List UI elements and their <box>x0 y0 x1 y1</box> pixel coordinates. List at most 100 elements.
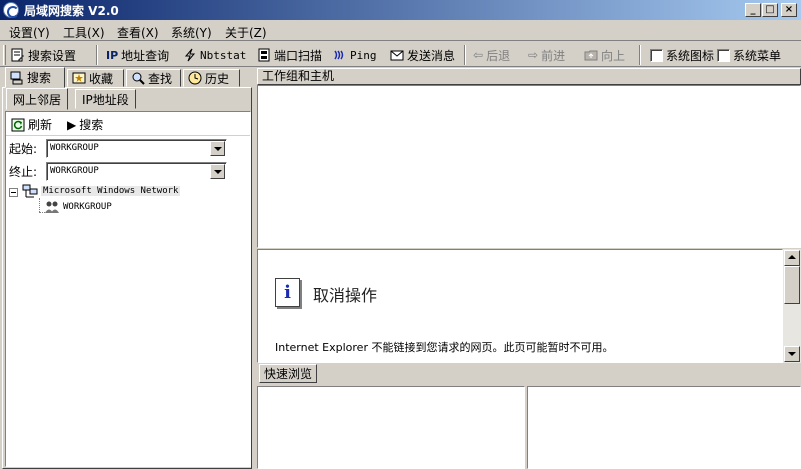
ping-label: Ping <box>350 48 377 62</box>
action-row: 刷新 ▶ 搜索 <box>6 112 250 136</box>
search-button[interactable]: ▶ 搜索 <box>67 116 103 133</box>
close-button[interactable]: × <box>781 3 797 17</box>
menu-about[interactable]: 关于(Z) <box>225 24 267 41</box>
tab-network-neighborhood[interactable]: 网上邻居 <box>6 88 69 110</box>
tab-ip-range-label: IP地址段 <box>82 92 129 107</box>
tab-find[interactable]: 查找 <box>126 69 181 87</box>
up-label: 向上 <box>601 48 626 63</box>
right-pane: 工作组和主机 i 取消操作 Internet Explorer 不能链接到您请求… <box>257 68 801 469</box>
tree-workgroup-label: WORKGROUP <box>63 202 112 212</box>
start-label: 起始: <box>9 142 38 156</box>
ping-button[interactable]: Ping <box>333 46 377 64</box>
scroll-down-icon[interactable] <box>784 346 800 362</box>
hosts-header: 工作组和主机 <box>257 68 801 85</box>
maximize-button[interactable]: □ <box>762 3 778 17</box>
scroll-thumb[interactable] <box>784 266 800 304</box>
back-arrow-icon: ⇦ <box>473 48 484 62</box>
error-title: 取消操作 <box>313 286 378 305</box>
workgroup-users-icon <box>45 201 59 213</box>
end-dropdown-arrow-icon[interactable] <box>210 164 225 179</box>
toolbar-separator <box>639 45 641 65</box>
envelope-icon <box>390 50 404 61</box>
system-icon-checkbox[interactable]: 系统图标 <box>650 46 714 64</box>
tab-ip-range[interactable]: IP地址段 <box>75 89 136 109</box>
toolbar-grip[interactable] <box>3 45 6 65</box>
tab-favorites[interactable]: 收藏 <box>67 69 124 87</box>
menu-settings[interactable]: 设置(Y) <box>9 24 50 41</box>
port-scan-label: 端口扫描 <box>274 48 323 63</box>
end-row: 终止: WORKGROUP <box>6 160 250 182</box>
forward-arrow-icon: ⇨ <box>528 48 539 62</box>
port-scan-button[interactable]: 端口扫描 <box>257 46 322 64</box>
refresh-button[interactable]: 刷新 <box>11 116 52 133</box>
send-message-button[interactable]: 发送消息 <box>390 46 455 64</box>
quick-tab-row: 快速浏览 <box>257 364 801 384</box>
tab-history[interactable]: 历史 <box>183 69 240 87</box>
forward-button[interactable]: ⇨ 前进 <box>528 46 565 64</box>
browser-view[interactable]: i 取消操作 Internet Explorer 不能链接到您请求的网页。此页可… <box>257 249 783 363</box>
refresh-icon <box>11 118 25 131</box>
nbtstat-button[interactable]: Nbtstat <box>183 46 246 64</box>
app-window: 局域网搜索 V2.0 _ □ × 设置(Y) 工具(X) 查看(X) 系统(Y)… <box>0 0 801 469</box>
hosts-list[interactable] <box>257 85 801 248</box>
scroll-up-icon[interactable] <box>784 250 800 266</box>
forward-label: 前进 <box>541 48 566 63</box>
menu-tools[interactable]: 工具(X) <box>63 24 105 41</box>
start-dropdown-arrow-icon[interactable] <box>210 141 225 156</box>
quick-browse-left-panel[interactable] <box>257 386 525 469</box>
toolbar-separator <box>96 45 98 65</box>
minimize-button[interactable]: _ <box>745 3 761 17</box>
up-button[interactable]: 向上 <box>584 46 625 64</box>
window-title: 局域网搜索 V2.0 <box>24 4 119 18</box>
system-icon-check-box[interactable] <box>650 48 663 62</box>
system-menu-checkbox[interactable]: 系统菜单 <box>717 46 781 64</box>
sub-tab-strip: 网上邻居 IP地址段 <box>5 88 251 111</box>
tree-root-label: Microsoft Windows Network <box>41 186 181 196</box>
tree-node-root[interactable]: Microsoft Windows Network <box>22 184 181 198</box>
history-clock-icon <box>188 71 202 85</box>
tab-search[interactable]: 搜索 <box>5 67 65 88</box>
title-bar[interactable]: 局域网搜索 V2.0 _ □ × <box>0 0 801 20</box>
ip-icon: IP <box>106 48 119 62</box>
search-panel: 刷新 ▶ 搜索 起始: WORKGROUP 终止: WORKGROUP Micr… <box>5 111 251 467</box>
tab-favorites-label: 收藏 <box>89 71 114 86</box>
lightning-icon <box>184 48 196 62</box>
settings-icon <box>11 48 24 62</box>
start-value: WORKGROUP <box>50 143 99 153</box>
back-button[interactable]: ⇦ 后退 <box>473 46 510 64</box>
toolbar-separator <box>464 45 466 65</box>
computer-icon <box>10 71 23 84</box>
ip-lookup-label: 地址查询 <box>121 48 170 63</box>
menu-bar: 设置(Y) 工具(X) 查看(X) 系统(Y) 关于(Z) <box>0 21 801 41</box>
play-icon: ▶ <box>67 117 77 132</box>
menu-system[interactable]: 系统(Y) <box>171 24 212 41</box>
tab-search-label: 搜索 <box>27 71 52 85</box>
tab-quick-browse[interactable]: 快速浏览 <box>259 364 318 383</box>
browser-scrollbar[interactable] <box>783 249 801 363</box>
system-menu-label: 系统菜单 <box>733 48 782 63</box>
info-icon: i <box>275 278 300 307</box>
tree-node-workgroup[interactable]: WORKGROUP <box>44 200 112 214</box>
refresh-label: 刷新 <box>28 118 53 132</box>
system-icon-label: 系统图标 <box>666 48 715 63</box>
system-menu-check-box[interactable] <box>717 48 730 62</box>
app-logo-icon <box>3 2 19 18</box>
ping-signal-icon <box>334 50 344 60</box>
start-row: 起始: WORKGROUP <box>6 137 250 159</box>
quick-browse-right-panel[interactable] <box>527 386 801 469</box>
left-pane: 搜索 收藏 查找 历史 网上邻居 IP地址段 刷新 ▶ 搜索 起始: WORKG… <box>0 67 254 469</box>
start-combo[interactable]: WORKGROUP <box>46 139 227 158</box>
search-settings-button[interactable]: 搜索设置 <box>11 46 76 64</box>
tab-history-label: 历史 <box>205 71 230 86</box>
toolbar: 搜索设置 IP 地址查询 Nbtstat 端口扫描 Ping 发送消息 ⇦ 后退… <box>0 43 801 67</box>
search-settings-label: 搜索设置 <box>28 48 77 63</box>
tree-collapse-icon[interactable] <box>9 188 18 197</box>
end-combo[interactable]: WORKGROUP <box>46 162 227 181</box>
network-tree: Microsoft Windows Network WORKGROUP <box>6 184 250 284</box>
end-label: 终止: <box>9 165 38 179</box>
tab-find-label: 查找 <box>148 71 173 86</box>
nbtstat-label: Nbtstat <box>200 48 247 62</box>
ip-lookup-button[interactable]: IP 地址查询 <box>106 46 169 64</box>
menu-view[interactable]: 查看(X) <box>117 24 159 41</box>
info-glyph: i <box>284 282 291 303</box>
